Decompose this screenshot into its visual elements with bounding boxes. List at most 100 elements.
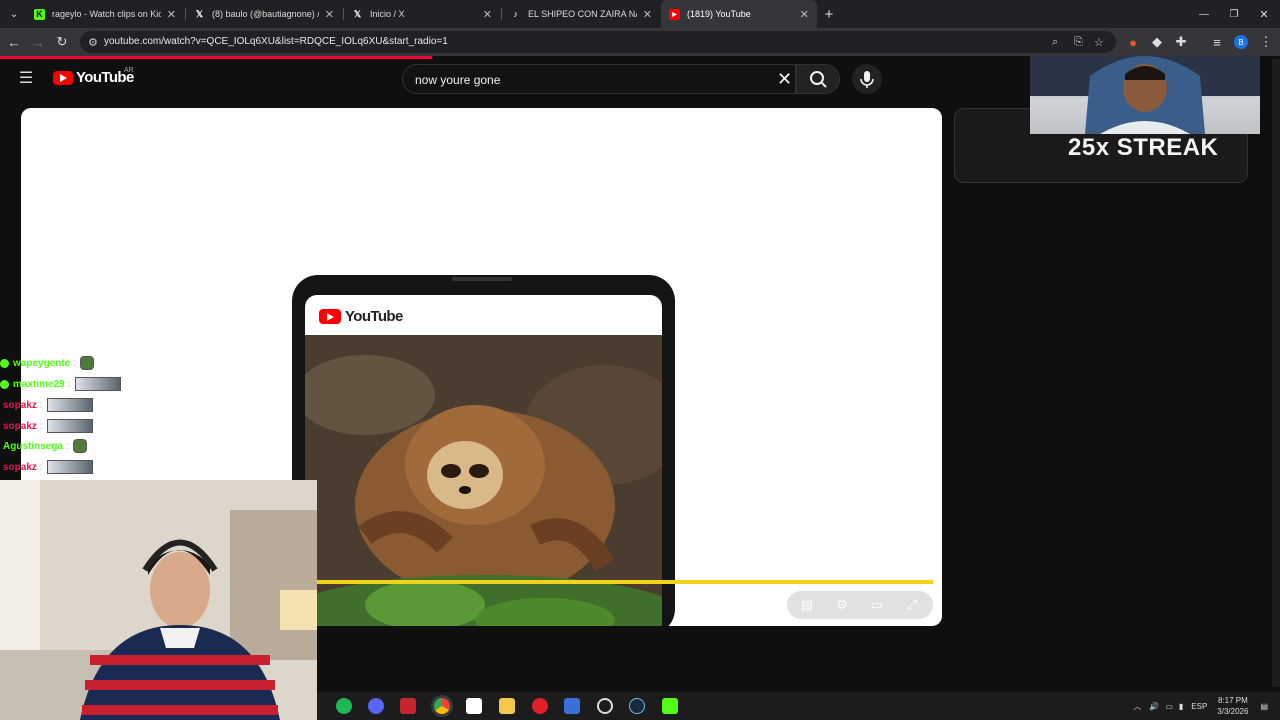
chat-message: wapeygente : xyxy=(0,354,95,372)
chevron-up-icon[interactable]: ︿ xyxy=(1133,701,1141,712)
player-controls: ▤ ⚙ ▭ ⤢ xyxy=(787,591,933,619)
discord-icon[interactable] xyxy=(368,698,384,714)
webcam-overlay xyxy=(0,480,317,720)
system-clock[interactable]: 8:17 PM 3/3/2026 xyxy=(1217,695,1248,717)
reload-icon[interactable]: ↻ xyxy=(54,34,70,50)
wide-emote-icon xyxy=(47,419,94,433)
chrome-icon[interactable] xyxy=(434,698,450,714)
search-button[interactable] xyxy=(796,64,840,94)
browser-tab[interactable]: K rageylo - Watch clips on Kick ✕ xyxy=(26,0,184,28)
search-query-text[interactable]: now youre gone xyxy=(415,73,500,87)
opera-icon[interactable] xyxy=(532,698,548,714)
app-icon[interactable] xyxy=(564,698,580,714)
chat-username: sopakz xyxy=(3,420,37,432)
search-input[interactable]: now youre gone ✕ xyxy=(402,64,796,94)
extensions-puzzle-icon[interactable]: ✚ xyxy=(1173,34,1189,50)
close-tab-icon[interactable]: ✕ xyxy=(800,8,809,21)
windows-taskbar: ︿ 🔊 ▭ ▮ ESP 8:17 PM 3/3/2026 ▤ xyxy=(317,692,1280,720)
chat-message: maxtime29 : xyxy=(0,375,121,393)
browser-toolbar: ← → ↻ ⚙ youtube.com/watch?v=QCE_IOLq6XU&… xyxy=(0,28,1280,56)
settings-gear-icon[interactable]: ⚙ xyxy=(834,597,850,613)
menu-kebab-icon[interactable]: ⋮ xyxy=(1258,34,1274,50)
zoom-icon[interactable]: ⌕ xyxy=(1052,36,1058,49)
url-text[interactable]: youtube.com/watch?v=QCE_IOLq6XU&list=RDQ… xyxy=(104,36,448,47)
page-scrollbar[interactable] xyxy=(1272,59,1280,687)
obs-stream-icon[interactable] xyxy=(400,698,416,714)
subscriber-badge-icon xyxy=(0,379,9,389)
streak-counter: 25x STREAK xyxy=(1068,134,1219,161)
microphone-icon xyxy=(860,71,874,88)
close-tab-icon[interactable]: ✕ xyxy=(325,8,334,21)
youtube-icon: ▶ xyxy=(669,8,680,20)
chat-username: sopakz xyxy=(3,461,37,473)
clock-time: 8:17 PM xyxy=(1217,696,1248,705)
hamburger-menu-icon[interactable]: ☰ xyxy=(18,70,34,87)
wide-emote-icon xyxy=(74,377,121,391)
network-icon[interactable]: ▭ xyxy=(1165,702,1173,711)
chat-message: sopakz : xyxy=(0,396,94,414)
phone-youtube-logo-text: YouTube xyxy=(345,308,403,325)
voice-search-button[interactable] xyxy=(852,64,882,94)
close-tab-icon[interactable]: ✕ xyxy=(643,8,652,21)
browser-tab[interactable]: 𝕏 Inicio / X ✕ xyxy=(344,0,500,28)
profile-avatar[interactable]: B xyxy=(1234,35,1248,49)
steam-icon[interactable] xyxy=(629,698,645,714)
subscriber-badge-icon xyxy=(0,358,9,368)
extension-fox-icon[interactable]: ● xyxy=(1125,34,1141,50)
chat-message: sopakz : xyxy=(0,458,94,476)
minimize-icon[interactable]: — xyxy=(1196,6,1212,22)
install-app-icon[interactable]: ⎘ xyxy=(1074,36,1083,49)
media-controls-icon[interactable]: ≡ xyxy=(1209,34,1225,50)
language-indicator[interactable]: ESP xyxy=(1191,702,1207,711)
video-progress-bar[interactable] xyxy=(317,580,933,584)
search-icon xyxy=(810,71,827,88)
clear-search-icon[interactable]: ✕ xyxy=(777,69,792,90)
close-tab-icon[interactable]: ✕ xyxy=(167,8,176,21)
battery-icon[interactable]: ▮ xyxy=(1179,702,1183,711)
x-icon: 𝕏 xyxy=(353,8,362,19)
restore-icon[interactable]: ❐ xyxy=(1226,6,1242,22)
monitor-app-icon[interactable] xyxy=(597,698,613,714)
notifications-icon[interactable]: ▤ xyxy=(1260,702,1268,711)
clock-date: 3/3/2026 xyxy=(1217,707,1249,716)
browser-tab-strip: ⌄ K rageylo - Watch clips on Kick ✕ 𝕏 (8… xyxy=(0,0,1280,28)
youtube-logo-icon[interactable] xyxy=(53,71,73,85)
x-icon: 𝕏 xyxy=(195,8,204,19)
fullscreen-icon[interactable]: ⤢ xyxy=(904,597,920,613)
subtitles-icon[interactable]: ▤ xyxy=(799,597,815,613)
browser-tab-active[interactable]: ▶ (1819) YouTube ✕ xyxy=(661,0,817,28)
address-bar[interactable]: ⚙ youtube.com/watch?v=QCE_IOLq6XU&list=R… xyxy=(80,31,1116,53)
chat-username: sopakz xyxy=(3,399,37,411)
frog-emote-icon xyxy=(73,439,88,453)
phone-frame: YouTube xyxy=(292,275,675,626)
system-tray: ︿ 🔊 ▭ ▮ ESP 8:17 PM 3/3/2026 ▤ xyxy=(1133,692,1268,720)
wide-emote-icon xyxy=(47,398,94,412)
kick-icon: K xyxy=(34,8,45,20)
forward-icon[interactable]: → xyxy=(30,34,46,50)
browser-tab[interactable]: 𝕏 (8) baulo (@bautiagnone) / X ✕ xyxy=(186,0,342,28)
browser-tab[interactable]: ♪ EL SHIPEO CON ZAIRA NARA # ✕ xyxy=(502,0,660,28)
extension-icon[interactable]: ◆ xyxy=(1149,34,1165,50)
spotify-icon[interactable] xyxy=(336,698,352,714)
youtube-logo-icon xyxy=(319,309,341,324)
streamer-webcam-overlay xyxy=(1030,56,1260,134)
close-tab-icon[interactable]: ✕ xyxy=(483,8,492,21)
bookmark-star-icon[interactable]: ☆ xyxy=(1094,36,1104,49)
volume-icon[interactable]: 🔊 xyxy=(1149,702,1159,711)
chat-message: Agustinsega : xyxy=(0,437,88,455)
phone-screen: YouTube xyxy=(305,295,662,626)
chat-message: sopakz : xyxy=(0,417,94,435)
close-window-icon[interactable]: ✕ xyxy=(1256,6,1272,22)
back-icon[interactable]: ← xyxy=(6,34,22,50)
capture-app-icon[interactable] xyxy=(466,698,482,714)
kick-app-icon[interactable] xyxy=(662,698,678,714)
new-tab-button[interactable]: + xyxy=(821,6,837,23)
theater-mode-icon[interactable]: ▭ xyxy=(869,597,885,613)
tiktok-icon: ♪ xyxy=(513,9,518,19)
wide-emote-icon xyxy=(47,460,94,474)
tab-search-icon[interactable]: ⌄ xyxy=(6,6,22,22)
site-info-icon[interactable]: ⚙ xyxy=(88,36,98,49)
file-explorer-icon[interactable] xyxy=(499,698,515,714)
chat-username: Agustinsega xyxy=(3,440,64,452)
chat-username: wapeygente xyxy=(13,357,71,369)
